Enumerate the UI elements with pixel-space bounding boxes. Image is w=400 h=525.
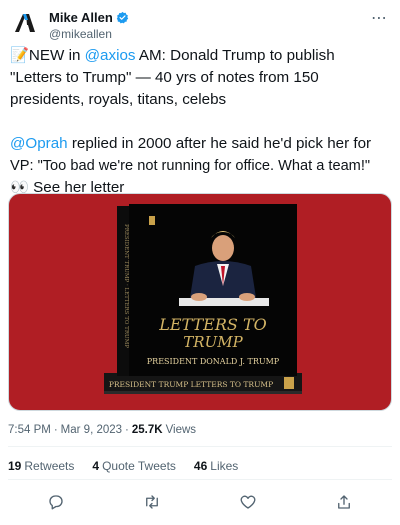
quote-tweets-stat[interactable]: 4 Quote Tweets bbox=[92, 459, 176, 473]
book-cover-illustration: PRESIDENT TRUMP LETTERS TO TRUMP PRESIDE… bbox=[104, 204, 302, 394]
like-button[interactable] bbox=[236, 490, 260, 514]
display-name[interactable]: Mike Allen bbox=[49, 10, 113, 25]
divider bbox=[8, 479, 392, 480]
share-button[interactable] bbox=[332, 490, 356, 514]
tweet-line-1: 📝NEW in @axios AM: Donald Trump to publi… bbox=[10, 45, 394, 67]
views-label: Views bbox=[165, 424, 197, 436]
views-count: 25.7K bbox=[131, 424, 163, 436]
more-options-icon[interactable]: ⋯ bbox=[371, 8, 388, 28]
tweet-line-5: VP: "Too bad we're not running for offic… bbox=[10, 158, 371, 174]
book-title-line-1: LETTERS TO bbox=[158, 315, 267, 334]
tweet-line-4: @Oprah replied in 2000 after he said he'… bbox=[10, 133, 394, 155]
retweets-label: Retweets bbox=[24, 459, 75, 473]
book-author: PRESIDENT DONALD J. TRUMP bbox=[147, 357, 280, 366]
tweet-line-3: presidents, royals, titans, celebs bbox=[10, 91, 227, 108]
tweet-media-image[interactable]: PRESIDENT TRUMP LETTERS TO TRUMP PRESIDE… bbox=[8, 193, 392, 411]
tweet-meta: 7:54 PM · Mar 9, 2023 · 25.7K Views bbox=[8, 424, 196, 436]
likes-count: 46 bbox=[193, 459, 208, 473]
share-icon bbox=[338, 495, 350, 509]
reply-button[interactable] bbox=[44, 490, 68, 514]
side-spine-text: PRESIDENT TRUMP · LETTERS TO TRUMP bbox=[123, 224, 129, 348]
quote-tweets-count: 4 bbox=[92, 459, 100, 473]
tweet-actions bbox=[8, 489, 392, 515]
name-row: Mike Allen bbox=[49, 10, 129, 25]
tweet-text-segment: NEW in bbox=[28, 47, 85, 64]
meta-separator: · bbox=[125, 424, 129, 436]
likes-label: Likes bbox=[210, 459, 239, 473]
tweet-text: 📝NEW in @axios AM: Donald Trump to publi… bbox=[10, 45, 394, 199]
mention-axios-link[interactable]: @axios bbox=[85, 47, 136, 64]
spine-text: PRESIDENT TRUMP LETTERS TO TRUMP bbox=[109, 380, 273, 389]
reply-icon bbox=[49, 495, 63, 510]
tweet-date[interactable]: Mar 9, 2023 bbox=[61, 424, 122, 436]
meta-separator: · bbox=[53, 424, 58, 436]
tweet-header: Mike Allen @mikeallen ⋯ bbox=[8, 6, 392, 42]
retweets-stat[interactable]: 19 Retweets bbox=[8, 459, 74, 473]
tweet-line-2: "Letters to Trump" — 40 yrs of notes fro… bbox=[10, 69, 319, 86]
likes-stat[interactable]: 46 Likes bbox=[194, 459, 238, 473]
book-title-line-2: TRUMP bbox=[183, 333, 243, 351]
retweet-button[interactable] bbox=[140, 490, 164, 514]
axios-logo-icon bbox=[15, 14, 35, 32]
like-icon bbox=[240, 495, 256, 509]
engagement-stats: 19 Retweets 4 Quote Tweets 46 Likes bbox=[8, 459, 238, 473]
memo-emoji: 📝 bbox=[10, 47, 29, 64]
divider bbox=[8, 446, 392, 447]
quote-tweets-label: Quote Tweets bbox=[102, 459, 176, 473]
retweet-icon bbox=[146, 495, 158, 509]
avatar[interactable] bbox=[8, 6, 42, 40]
tweet-text-segment: AM: Donald Trump to publish bbox=[135, 47, 335, 64]
mention-oprah-link[interactable]: @Oprah bbox=[10, 135, 68, 152]
retweets-count: 19 bbox=[8, 459, 22, 473]
tweet-text-segment: replied in 2000 after he said he'd pick … bbox=[67, 135, 372, 152]
user-handle[interactable]: @mikeallen bbox=[49, 27, 112, 41]
tweet-time[interactable]: 7:54 PM bbox=[8, 424, 51, 436]
verified-badge-icon bbox=[116, 11, 129, 24]
